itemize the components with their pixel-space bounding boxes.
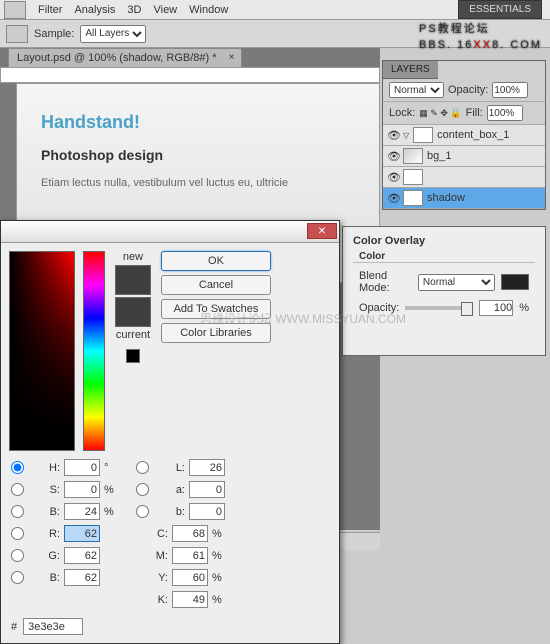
hex-input[interactable] <box>23 618 83 635</box>
layer-thumb <box>413 127 433 143</box>
lock-icons[interactable]: ▦ ✎ ✥ 🔒 <box>419 108 461 119</box>
c-input[interactable] <box>172 525 208 542</box>
page-headline: Handstand! <box>41 112 355 133</box>
visibility-icon[interactable]: 👁 <box>387 150 399 162</box>
page-subhead: Photoshop design <box>41 147 355 163</box>
overlay-title: Color Overlay <box>353 235 535 247</box>
layer-thumb <box>403 148 423 164</box>
fill-input[interactable] <box>487 105 523 121</box>
y-input[interactable] <box>172 569 208 586</box>
new-color-swatch <box>115 265 151 295</box>
dialog-titlebar[interactable]: ✕ <box>1 221 339 243</box>
overlay-opacity-label: Opacity: <box>359 302 399 314</box>
radio-g[interactable] <box>11 549 24 562</box>
blend-mode-label: Blend Mode: <box>359 270 412 294</box>
radio-r[interactable] <box>11 527 24 540</box>
opacity-input[interactable] <box>492 82 528 98</box>
cancel-button[interactable]: Cancel <box>161 275 271 295</box>
radio-b2[interactable] <box>136 505 149 518</box>
layer-row[interactable]: 👁 bg_1 <box>383 146 545 167</box>
color-picker-dialog: ✕ new current OK Cancel Add To Swatches … <box>0 220 340 644</box>
opacity-label: Opacity: <box>448 84 488 96</box>
tool-icon[interactable] <box>4 1 26 19</box>
visibility-icon[interactable]: 👁 <box>387 129 399 141</box>
workspace-essentials[interactable]: ESSENTIALS <box>458 0 542 19</box>
add-swatches-button[interactable]: Add To Swatches <box>161 299 271 319</box>
menu-window[interactable]: Window <box>189 4 228 16</box>
hex-label: # <box>11 621 17 633</box>
overlay-color-swatch[interactable] <box>501 274 529 290</box>
overlay-opacity-input[interactable] <box>479 300 513 316</box>
radio-b[interactable] <box>11 505 24 518</box>
lock-label: Lock: <box>389 107 415 119</box>
ok-button[interactable]: OK <box>161 251 271 271</box>
layer-row[interactable]: 👁 <box>383 167 545 188</box>
menu-3d[interactable]: 3D <box>127 4 141 16</box>
bc-input[interactable] <box>64 569 100 586</box>
color-overlay-panel: Color Overlay Color Blend Mode: Normal O… <box>342 226 546 356</box>
overlay-subtitle: Color <box>353 251 535 263</box>
blend-mode-select[interactable]: Normal <box>389 82 444 98</box>
opacity-slider[interactable] <box>405 306 473 310</box>
k-input[interactable] <box>172 591 208 608</box>
overlay-blend-select[interactable]: Normal <box>418 274 495 291</box>
page-body: Etiam lectus nulla, vestibulum vel luctu… <box>41 177 355 189</box>
layer-thumb <box>403 190 423 206</box>
radio-a[interactable] <box>136 483 149 496</box>
radio-bc[interactable] <box>11 571 24 584</box>
menu-filter[interactable]: Filter <box>38 4 62 16</box>
hue-slider[interactable] <box>83 251 105 451</box>
watermark: PS教程论坛 BBS. 16XX8. COM <box>419 20 542 51</box>
menu-analysis[interactable]: Analysis <box>74 4 115 16</box>
a-input[interactable] <box>189 481 225 498</box>
close-icon[interactable]: × <box>229 52 235 63</box>
layers-panel: LAYERS Normal Opacity: Lock: ▦ ✎ ✥ 🔒 Fil… <box>382 60 546 210</box>
h-input[interactable] <box>64 459 100 476</box>
radio-l[interactable] <box>136 461 149 474</box>
sample-select[interactable]: All Layers <box>80 25 146 43</box>
layers-tab[interactable]: LAYERS <box>383 61 438 79</box>
s-input[interactable] <box>64 481 100 498</box>
close-button[interactable]: ✕ <box>307 223 337 239</box>
color-libraries-button[interactable]: Color Libraries <box>161 323 271 343</box>
current-label: current <box>116 329 150 341</box>
chevron-down-icon[interactable]: ▽ <box>403 131 409 140</box>
layer-name: shadow <box>427 192 465 204</box>
tiny-swatch <box>126 349 140 363</box>
color-field[interactable] <box>9 251 75 451</box>
layer-row[interactable]: 👁 shadow <box>383 188 545 209</box>
layer-name: bg_1 <box>427 150 451 162</box>
radio-s[interactable] <box>11 483 24 496</box>
b-input[interactable] <box>64 503 100 520</box>
menu-view[interactable]: View <box>153 4 177 16</box>
unit: % <box>519 302 529 314</box>
ruler-horizontal <box>0 67 380 83</box>
sample-label: Sample: <box>34 28 74 40</box>
l-input[interactable] <box>189 459 225 476</box>
layer-thumb <box>403 169 423 185</box>
new-label: new <box>123 251 143 263</box>
b2-input[interactable] <box>189 503 225 520</box>
visibility-icon[interactable]: 👁 <box>387 192 399 204</box>
radio-h[interactable] <box>11 461 24 474</box>
document-tab[interactable]: Layout.psd @ 100% (shadow, RGB/8#) *× <box>8 48 242 67</box>
visibility-icon[interactable]: 👁 <box>387 171 399 183</box>
layer-name: content_box_1 <box>437 129 509 141</box>
r-input[interactable] <box>64 525 100 542</box>
layer-row[interactable]: 👁 ▽ content_box_1 <box>383 125 545 146</box>
fill-label: Fill: <box>466 107 483 119</box>
current-color-swatch <box>115 297 151 327</box>
eyedropper-icon[interactable] <box>6 25 28 43</box>
